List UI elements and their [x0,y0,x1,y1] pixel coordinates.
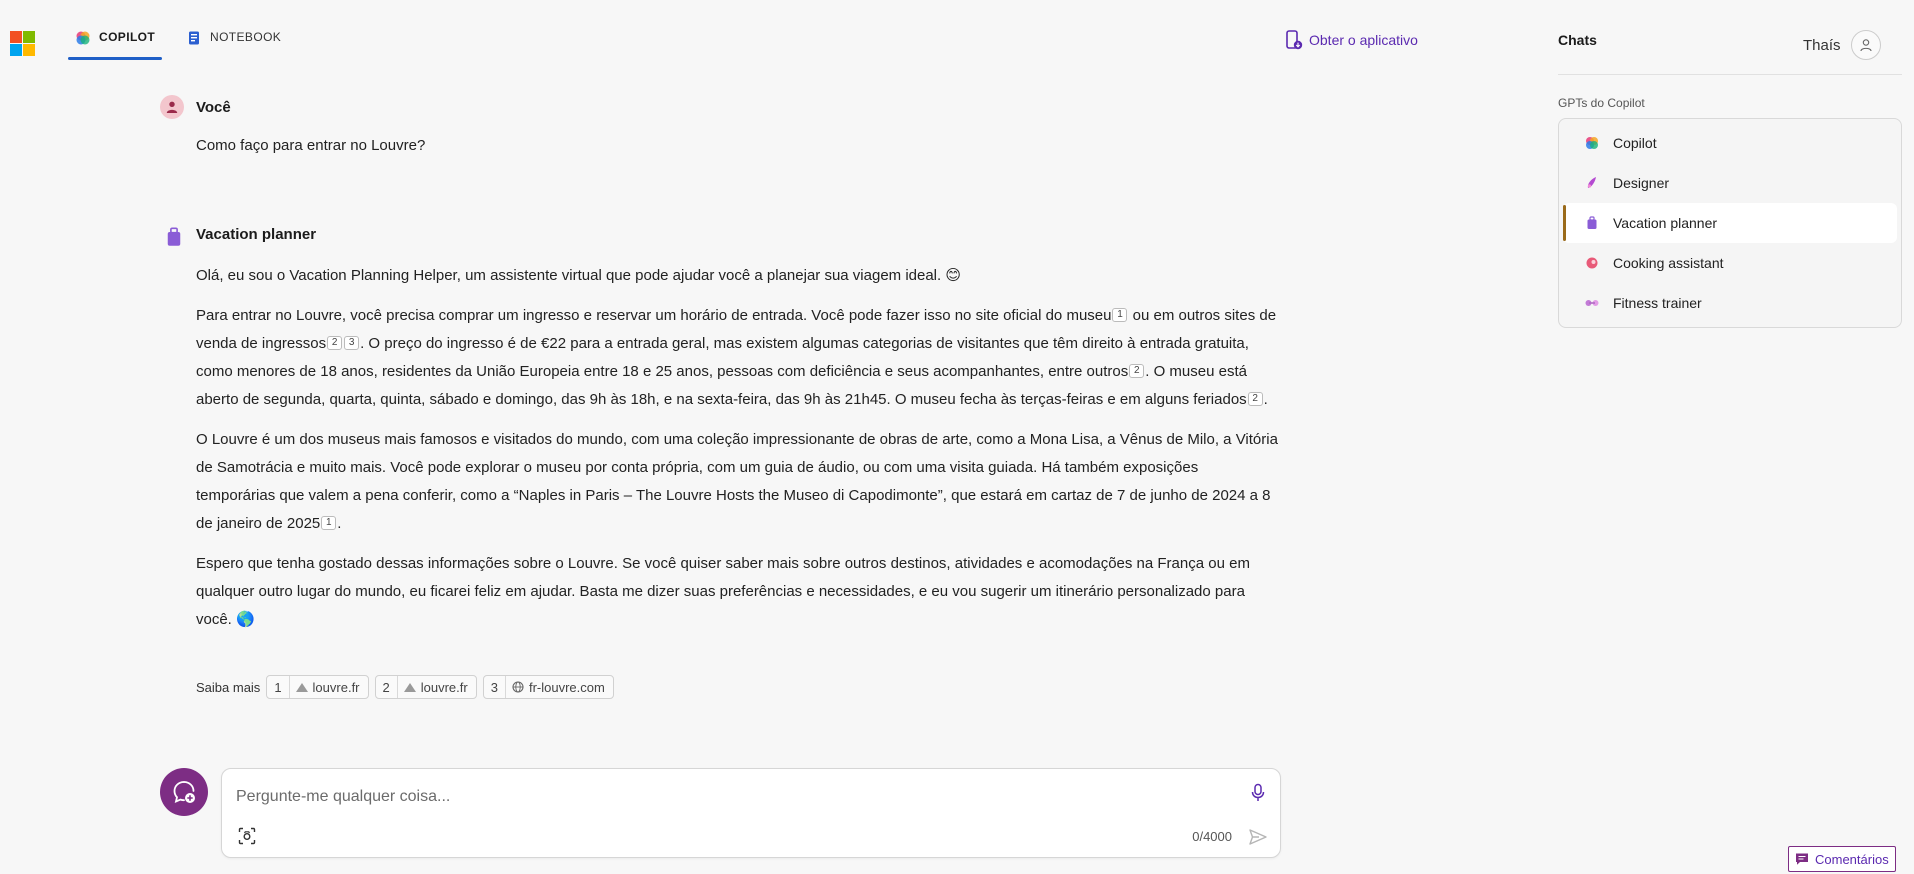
feedback-button[interactable]: Comentários [1788,846,1896,872]
person-icon [1859,39,1872,52]
get-app-link[interactable]: Obter o aplicativo [1285,30,1418,50]
tab-copilot[interactable]: COPILOT [67,30,163,60]
source-number: 1 [267,676,290,698]
vacation-planner-avatar [162,225,186,249]
composer: 0/4000 [221,768,1281,858]
source-number: 3 [484,676,506,698]
citation-badge[interactable]: 2 [1129,364,1145,378]
sidebar-item-designer[interactable]: Designer [1563,163,1897,203]
citation-badge[interactable]: 2 [1247,392,1263,406]
source-link-3[interactable]: 3 fr-louvre.com [482,675,614,699]
vacation-planner-icon [1587,216,1597,229]
send-icon [1249,829,1267,845]
person-icon [166,101,178,113]
copilot-icon [1586,137,1598,149]
response-paragraph-3: O Louvre é um dos museus mais famosos e … [196,426,1281,538]
send-button[interactable] [1248,827,1268,852]
visual-search-button[interactable] [238,827,256,850]
sidebar-item-fitness-trainer[interactable]: Fitness trainer [1563,283,1897,323]
response-text: Para entrar no Louvre, você precisa comp… [196,307,1112,324]
mic-button[interactable] [1250,783,1266,808]
louvre-triangle-icon [403,682,416,692]
response-text: . [1263,391,1268,408]
get-app-label: Obter o aplicativo [1309,32,1418,48]
sidebar-item-label: Vacation planner [1613,215,1718,231]
source-link-1[interactable]: 1 louvre.fr [266,675,369,699]
learn-more-bar: Saiba mais 1 louvre.fr 2 louvre.fr 3 fr-… [196,675,614,699]
new-topic-icon [173,781,195,804]
sidebar-item-label: Designer [1613,175,1670,191]
citation-badge[interactable]: 1 [1112,308,1128,322]
response-text: . [337,515,342,532]
avatar[interactable] [1850,30,1881,60]
cooking-assistant-icon [1586,257,1598,269]
sidebar-item-label: Copilot [1613,135,1657,151]
microphone-icon [1251,783,1265,801]
notebook-icon [189,31,199,45]
citation-badge[interactable]: 3 [344,336,360,350]
sidebar-item-copilot[interactable]: Copilot [1563,123,1897,163]
sidebar-item-cooking-assistant[interactable]: Cooking assistant [1563,243,1897,283]
source-domain: fr-louvre.com [528,679,605,695]
phone-download-icon [1286,30,1303,50]
comment-icon [1796,853,1808,865]
tab-notebook[interactable]: NOTEBOOK [186,30,281,60]
globe-icon [512,681,524,693]
response-paragraph-4: Espero que tenha gostado dessas informaç… [196,555,1250,628]
tab-copilot-label: COPILOT [99,30,156,44]
learn-more-label: Saiba mais [196,679,261,695]
user-avatar [160,95,184,119]
user-menu[interactable]: Thaís [1803,30,1881,60]
designer-icon [1587,177,1596,188]
response-text: O Louvre é um dos museus mais famosos e … [196,431,1278,532]
chats-title[interactable]: Chats [1558,32,1597,48]
new-topic-button[interactable] [160,768,208,816]
citation-badge[interactable]: 1 [321,516,337,530]
copilot-icon [76,31,90,45]
chat-input[interactable] [236,783,1196,811]
microsoft-logo[interactable] [10,31,35,56]
assistant-response: Olá, eu sou o Vacation Planning Helper, … [196,262,1281,646]
feedback-label: Comentários [1815,851,1889,867]
user-author: Você [196,99,231,116]
source-domain: louvre.fr [312,679,360,695]
response-paragraph-2: Para entrar no Louvre, você precisa comp… [196,302,1281,414]
user-message: Como faço para entrar no Louvre? [196,137,426,154]
sidebar-item-label: Cooking assistant [1613,255,1724,271]
source-domain: louvre.fr [420,679,468,695]
louvre-triangle-icon [295,682,308,692]
image-scan-icon [238,827,256,845]
fitness-trainer-icon [1585,300,1599,306]
source-number: 2 [376,676,398,698]
char-counter: 0/4000 [1192,829,1232,844]
panel-divider [1558,74,1902,75]
user-name: Thaís [1803,36,1841,54]
gpts-list: Copilot Designer Vacation planner Cookin… [1558,118,1902,328]
bot-author: Vacation planner [196,226,317,243]
sidebar-item-vacation-planner[interactable]: Vacation planner [1563,203,1897,243]
gpts-section-label: GPTs do Copilot [1558,96,1645,110]
citation-badge[interactable]: 2 [327,336,343,350]
source-link-2[interactable]: 2 louvre.fr [374,675,477,699]
tab-notebook-label: NOTEBOOK [210,30,282,44]
response-paragraph-1: Olá, eu sou o Vacation Planning Helper, … [196,267,961,284]
vacation-planner-icon [167,227,181,246]
sidebar-item-label: Fitness trainer [1613,295,1702,311]
